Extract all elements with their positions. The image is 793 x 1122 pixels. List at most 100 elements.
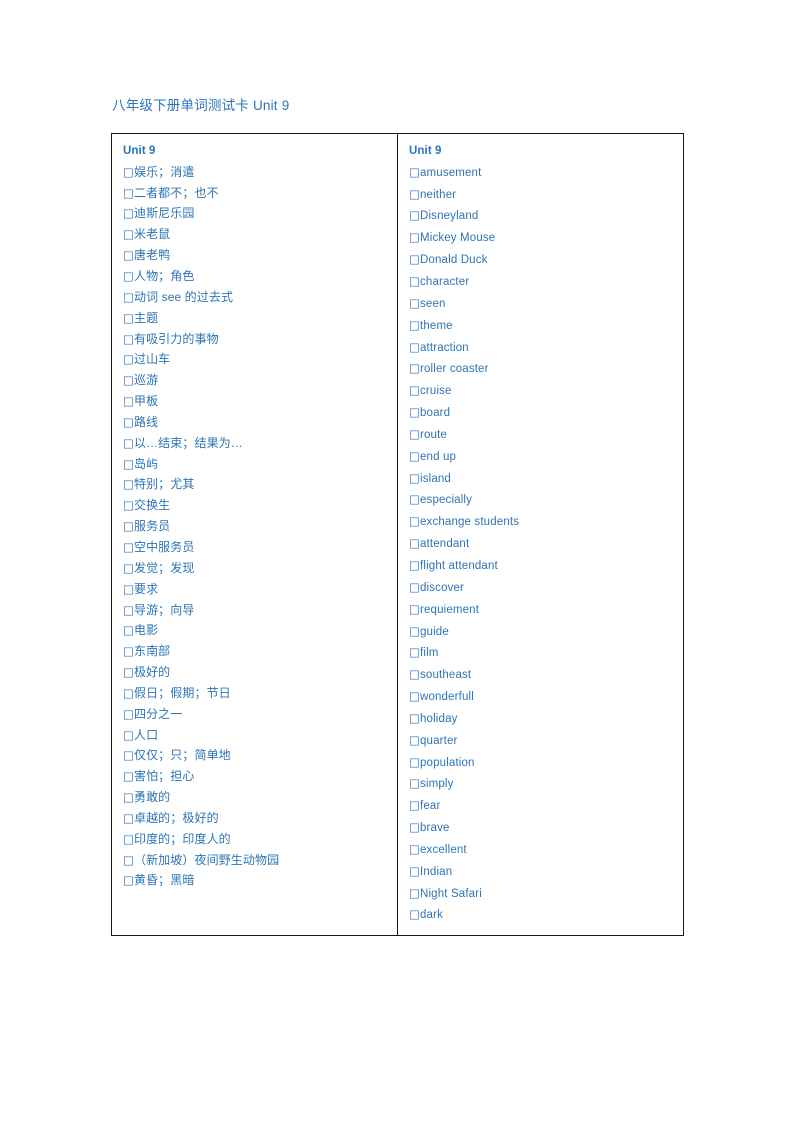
checkbox-icon[interactable]: □ — [409, 839, 420, 860]
word-item[interactable]: □Donald Duck — [398, 249, 683, 271]
checkbox-icon[interactable]: □ — [409, 358, 420, 379]
checkbox-icon[interactable]: □ — [409, 468, 420, 489]
word-item[interactable]: □roller coaster — [398, 358, 683, 380]
checkbox-icon[interactable]: □ — [123, 308, 134, 329]
word-item[interactable]: □假日；假期；节日 — [112, 683, 397, 704]
word-item[interactable]: □dark — [398, 904, 683, 926]
checkbox-icon[interactable]: □ — [123, 266, 134, 287]
word-item[interactable]: □especially — [398, 489, 683, 511]
checkbox-icon[interactable]: □ — [409, 293, 420, 314]
word-item[interactable]: □巡游 — [112, 370, 397, 391]
checkbox-icon[interactable]: □ — [123, 683, 134, 704]
checkbox-icon[interactable]: □ — [409, 402, 420, 423]
word-item[interactable]: □仅仅；只；简单地 — [112, 745, 397, 766]
checkbox-icon[interactable]: □ — [123, 808, 134, 829]
checkbox-icon[interactable]: □ — [123, 600, 134, 621]
word-item[interactable]: □quarter — [398, 730, 683, 752]
checkbox-icon[interactable]: □ — [123, 224, 134, 245]
word-item[interactable]: □导游；向导 — [112, 600, 397, 621]
checkbox-icon[interactable]: □ — [123, 391, 134, 412]
word-item[interactable]: □exchange students — [398, 511, 683, 533]
word-item[interactable]: □四分之一 — [112, 704, 397, 725]
word-item[interactable]: □Disneyland — [398, 205, 683, 227]
checkbox-icon[interactable]: □ — [409, 599, 420, 620]
word-item[interactable]: □brave — [398, 817, 683, 839]
checkbox-icon[interactable]: □ — [123, 495, 134, 516]
checkbox-icon[interactable]: □ — [409, 795, 420, 816]
checkbox-icon[interactable]: □ — [409, 752, 420, 773]
word-item[interactable]: □空中服务员 — [112, 537, 397, 558]
checkbox-icon[interactable]: □ — [123, 662, 134, 683]
word-item[interactable]: □极好的 — [112, 662, 397, 683]
checkbox-icon[interactable]: □ — [123, 245, 134, 266]
checkbox-icon[interactable]: □ — [409, 883, 420, 904]
word-item[interactable]: □population — [398, 752, 683, 774]
word-item[interactable]: □人物；角色 — [112, 266, 397, 287]
checkbox-icon[interactable]: □ — [123, 516, 134, 537]
word-item[interactable]: □holiday — [398, 708, 683, 730]
checkbox-icon[interactable]: □ — [123, 641, 134, 662]
checkbox-icon[interactable]: □ — [409, 184, 420, 205]
word-item[interactable]: □seen — [398, 293, 683, 315]
checkbox-icon[interactable]: □ — [409, 904, 420, 925]
word-item[interactable]: □end up — [398, 446, 683, 468]
word-item[interactable]: □服务员 — [112, 516, 397, 537]
word-item[interactable]: □过山车 — [112, 349, 397, 370]
word-item[interactable]: □southeast — [398, 664, 683, 686]
checkbox-icon[interactable]: □ — [409, 533, 420, 554]
checkbox-icon[interactable]: □ — [123, 745, 134, 766]
word-item[interactable]: □动词 see 的过去式 — [112, 287, 397, 308]
word-item[interactable]: □主题 — [112, 308, 397, 329]
checkbox-icon[interactable]: □ — [123, 787, 134, 808]
checkbox-icon[interactable]: □ — [123, 620, 134, 641]
checkbox-icon[interactable]: □ — [409, 642, 420, 663]
word-item[interactable]: □amusement — [398, 162, 683, 184]
checkbox-icon[interactable]: □ — [123, 537, 134, 558]
word-item[interactable]: □米老鼠 — [112, 224, 397, 245]
word-item[interactable]: □特别；尤其 — [112, 474, 397, 495]
checkbox-icon[interactable]: □ — [123, 766, 134, 787]
word-item[interactable]: □卓越的；极好的 — [112, 808, 397, 829]
word-item[interactable]: □人口 — [112, 725, 397, 746]
word-item[interactable]: □有吸引力的事物 — [112, 329, 397, 350]
word-item[interactable]: □requiement — [398, 599, 683, 621]
checkbox-icon[interactable]: □ — [409, 817, 420, 838]
word-item[interactable]: □岛屿 — [112, 454, 397, 475]
checkbox-icon[interactable]: □ — [409, 424, 420, 445]
word-item[interactable]: □discover — [398, 577, 683, 599]
checkbox-icon[interactable]: □ — [123, 870, 134, 891]
word-item[interactable]: □Mickey Mouse — [398, 227, 683, 249]
checkbox-icon[interactable]: □ — [123, 474, 134, 495]
word-item[interactable]: □fear — [398, 795, 683, 817]
checkbox-icon[interactable]: □ — [123, 287, 134, 308]
word-item[interactable]: □娱乐；消遣 — [112, 162, 397, 183]
word-item[interactable]: □neither — [398, 184, 683, 206]
word-item[interactable]: □board — [398, 402, 683, 424]
checkbox-icon[interactable]: □ — [123, 162, 134, 183]
word-item[interactable]: □发觉；发现 — [112, 558, 397, 579]
word-item[interactable]: □电影 — [112, 620, 397, 641]
word-item[interactable]: □以…结束；结果为… — [112, 433, 397, 454]
checkbox-icon[interactable]: □ — [123, 329, 134, 350]
word-item[interactable]: □交换生 — [112, 495, 397, 516]
word-item[interactable]: □theme — [398, 315, 683, 337]
word-item[interactable]: □迪斯尼乐园 — [112, 203, 397, 224]
checkbox-icon[interactable]: □ — [409, 162, 420, 183]
checkbox-icon[interactable]: □ — [123, 725, 134, 746]
checkbox-icon[interactable]: □ — [123, 579, 134, 600]
checkbox-icon[interactable]: □ — [409, 315, 420, 336]
checkbox-icon[interactable]: □ — [409, 577, 420, 598]
checkbox-icon[interactable]: □ — [123, 829, 134, 850]
checkbox-icon[interactable]: □ — [123, 412, 134, 433]
checkbox-icon[interactable]: □ — [123, 203, 134, 224]
word-item[interactable]: □黄昏；黑暗 — [112, 870, 397, 891]
word-item[interactable]: □film — [398, 642, 683, 664]
checkbox-icon[interactable]: □ — [123, 433, 134, 454]
word-item[interactable]: □character — [398, 271, 683, 293]
checkbox-icon[interactable]: □ — [409, 249, 420, 270]
checkbox-icon[interactable]: □ — [409, 511, 420, 532]
checkbox-icon[interactable]: □ — [409, 730, 420, 751]
word-item[interactable]: □attraction — [398, 337, 683, 359]
checkbox-icon[interactable]: □ — [409, 446, 420, 467]
checkbox-icon[interactable]: □ — [123, 349, 134, 370]
